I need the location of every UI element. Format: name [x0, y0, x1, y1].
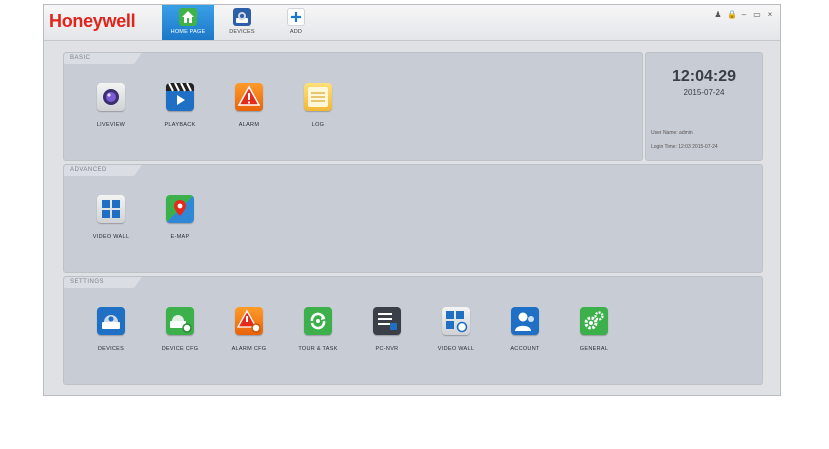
app-window: Honeywell HOME PAGE DEVICES ADD ♟ 🔒 – ▭ … — [43, 4, 781, 396]
devices-icon — [97, 307, 125, 335]
settings-alarm-cfg[interactable]: ALARM CFG — [219, 307, 279, 352]
account-icon — [511, 307, 539, 335]
alarm-cfg-icon — [235, 307, 263, 335]
video-wall-icon — [97, 195, 125, 223]
settings-video-wall[interactable]: VIDEO WALL — [426, 307, 486, 352]
minimize-icon[interactable]: – — [740, 10, 748, 20]
user-name: User Name: admin — [651, 130, 693, 136]
settings-tour-task[interactable]: TOUR & TASK — [288, 307, 348, 352]
advanced-section-title: ADVANCED — [64, 165, 142, 176]
settings-panel: SETTINGS DEVICES DEVICE CFG ALARM CFG TO… — [63, 276, 763, 385]
tour-task-icon — [304, 307, 332, 335]
devices-label: DEVICES — [97, 346, 125, 352]
tour-task-label: TOUR & TASK — [298, 346, 338, 352]
settings-device-cfg[interactable]: DEVICE CFG — [150, 307, 210, 352]
tab-add-label: ADD — [289, 29, 303, 35]
log-icon — [304, 83, 332, 111]
playback-label: PLAYBACK — [164, 122, 196, 128]
general-icon — [580, 307, 608, 335]
settings-account[interactable]: ACCOUNT — [495, 307, 555, 352]
device-cfg-icon — [166, 307, 194, 335]
restore-icon[interactable]: ▭ — [753, 10, 761, 20]
device-cfg-label: DEVICE CFG — [161, 346, 199, 352]
close-icon[interactable]: × — [766, 10, 774, 20]
basic-alarm[interactable]: ALARM — [219, 83, 279, 128]
liveview-icon — [97, 83, 125, 111]
playback-icon — [166, 83, 194, 111]
basic-panel: BASIC LIVEVIEW PLAYBACK ALARM LOG — [63, 52, 643, 161]
video-wall-cfg-label: VIDEO WALL — [437, 346, 475, 352]
settings-section-title: SETTINGS — [64, 277, 142, 288]
emap-icon — [166, 195, 194, 223]
alarm-icon — [235, 83, 263, 111]
pc-nvr-icon — [373, 307, 401, 335]
tab-home-page[interactable]: HOME PAGE — [162, 5, 214, 40]
video-wall-cfg-icon — [442, 307, 470, 335]
general-label: GENERAL — [579, 346, 609, 352]
settings-general[interactable]: GENERAL — [564, 307, 624, 352]
add-icon — [287, 8, 305, 26]
advanced-video-wall[interactable]: VIDEO WALL — [81, 195, 141, 240]
lock-icon[interactable]: 🔒 — [727, 10, 737, 20]
tab-add[interactable]: ADD — [270, 5, 322, 40]
settings-pc-nvr[interactable]: PC-NVR — [357, 307, 417, 352]
clock-time: 12:04:29 — [671, 68, 737, 85]
devices-tab-icon — [233, 8, 251, 26]
home-icon — [179, 8, 197, 26]
account-label: ACCOUNT — [510, 346, 540, 352]
basic-liveview[interactable]: LIVEVIEW — [81, 83, 141, 128]
basic-playback[interactable]: PLAYBACK — [150, 83, 210, 128]
login-time: Login Time: 12:03 2015-07-24 — [651, 144, 718, 150]
emap-label: E-MAP — [170, 234, 190, 240]
clock-panel: 12:04:29 2015-07-24 User Name: admin Log… — [645, 52, 763, 161]
alarm-label: ALARM — [238, 122, 260, 128]
video-wall-label: VIDEO WALL — [92, 234, 130, 240]
tab-home-page-label: HOME PAGE — [170, 29, 206, 35]
pc-nvr-label: PC-NVR — [375, 346, 399, 352]
advanced-panel: ADVANCED VIDEO WALL E-MAP — [63, 164, 763, 273]
clock-date: 2015-07-24 — [683, 88, 725, 97]
advanced-emap[interactable]: E-MAP — [150, 195, 210, 240]
window-controls: ♟ 🔒 – ▭ × — [714, 10, 774, 20]
liveview-label: LIVEVIEW — [96, 122, 126, 128]
honeywell-logo: Honeywell — [49, 11, 136, 31]
user-icon[interactable]: ♟ — [714, 10, 722, 20]
top-bar: Honeywell HOME PAGE DEVICES ADD ♟ 🔒 – ▭ … — [44, 5, 780, 41]
basic-section-title: BASIC — [64, 53, 142, 64]
basic-log[interactable]: LOG — [288, 83, 348, 128]
tab-devices-label: DEVICES — [229, 29, 255, 35]
tab-devices[interactable]: DEVICES — [216, 5, 268, 40]
alarm-cfg-label: ALARM CFG — [231, 346, 267, 352]
log-label: LOG — [311, 122, 325, 128]
settings-devices[interactable]: DEVICES — [81, 307, 141, 352]
